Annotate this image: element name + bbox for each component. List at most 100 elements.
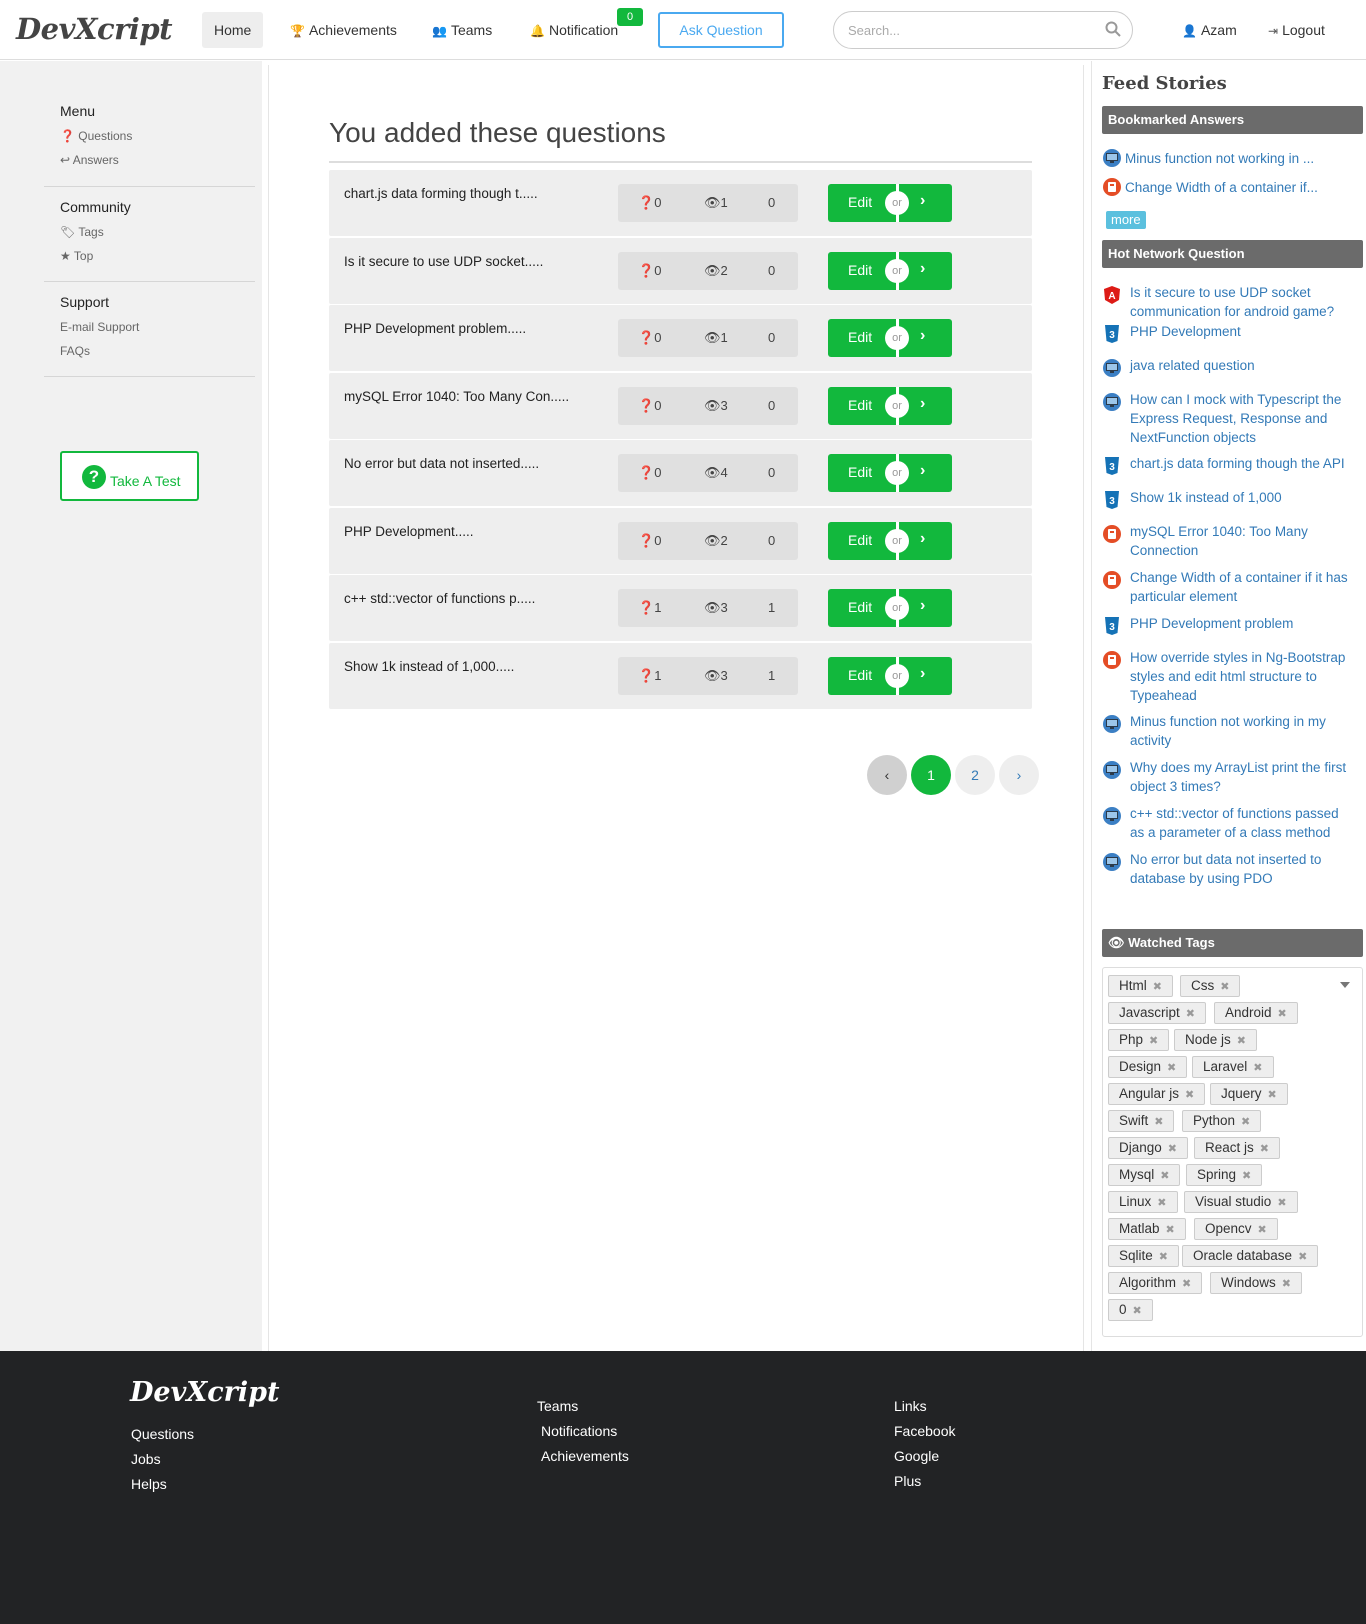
pagination-page-2[interactable]: 2 [955, 755, 995, 795]
hot-question-link[interactable]: How can I mock with Typescript the Expres… [1130, 390, 1360, 447]
caret-down-icon[interactable] [1340, 982, 1350, 988]
close-icon[interactable]: ✖ [1159, 1251, 1168, 1263]
close-icon[interactable]: ✖ [1182, 1278, 1191, 1290]
hot-question-link[interactable]: chart.js data forming though the API [1130, 454, 1360, 473]
take-test-button[interactable]: ? Take A Test [60, 451, 199, 501]
footer-link-helps[interactable]: Helps [131, 1476, 167, 1492]
footer-link-google[interactable]: Google [894, 1448, 939, 1464]
footer-logo[interactable]: DevXcript [130, 1377, 280, 1408]
sidebar-item-questions[interactable]: ❓ Questions [60, 129, 132, 143]
close-icon[interactable]: ✖ [1260, 1143, 1269, 1155]
sidebar-item-tags[interactable]: 🏷 Tags [60, 225, 104, 239]
pagination-page-1[interactable]: 1 [911, 755, 951, 795]
chevron-right-icon[interactable]: › [920, 192, 925, 210]
search-icon[interactable] [1104, 20, 1122, 38]
close-icon[interactable]: ✖ [1133, 1305, 1142, 1317]
chevron-right-icon[interactable]: › [920, 462, 925, 480]
close-icon[interactable]: ✖ [1220, 981, 1229, 993]
watched-tags-select[interactable]: Html ✖ Css ✖ Javascript ✖ Android ✖ Php ✖ Node js ✖… [1102, 967, 1363, 1337]
footer-link-notifications[interactable]: Notifications [541, 1423, 617, 1439]
close-icon[interactable]: ✖ [1166, 1224, 1175, 1236]
chevron-right-icon[interactable]: › [920, 327, 925, 345]
hot-question-link[interactable]: Why does my ArrayList print the first obj… [1130, 758, 1360, 796]
edit-button[interactable]: Edit [848, 532, 872, 548]
hot-question-link[interactable]: PHP Development [1130, 322, 1360, 341]
sidebar-item-faqs[interactable]: FAQs [60, 344, 90, 358]
site-logo[interactable]: DevXcript [16, 12, 173, 46]
close-icon[interactable]: ✖ [1241, 1116, 1250, 1128]
close-icon[interactable]: ✖ [1237, 1035, 1246, 1047]
close-icon[interactable]: ✖ [1268, 1089, 1277, 1101]
ask-question-button[interactable]: Ask Question [658, 12, 784, 48]
footer-link-jobs[interactable]: Jobs [131, 1451, 161, 1467]
close-icon[interactable]: ✖ [1157, 1197, 1166, 1209]
hot-question-link[interactable]: Minus function not working in my activity [1130, 712, 1360, 750]
close-icon[interactable]: ✖ [1298, 1251, 1307, 1263]
close-icon[interactable]: ✖ [1185, 1089, 1194, 1101]
close-icon[interactable]: ✖ [1278, 1008, 1287, 1020]
close-icon[interactable]: ✖ [1258, 1224, 1267, 1236]
close-icon[interactable]: ✖ [1253, 1062, 1262, 1074]
chevron-right-icon[interactable]: › [920, 665, 925, 683]
question-title[interactable]: c++ std::vector of functions p..... [344, 591, 535, 606]
question-title[interactable]: Show 1k instead of 1,000..... [344, 659, 514, 674]
sidebar-item-top[interactable]: ★ Top [60, 249, 93, 263]
chevron-right-icon[interactable]: › [920, 597, 925, 615]
more-button[interactable]: more [1106, 211, 1146, 229]
hot-question-link[interactable]: mySQL Error 1040: Too Many Connection [1130, 522, 1360, 560]
footer-link-achievements[interactable]: Achievements [541, 1448, 629, 1464]
edit-button[interactable]: Edit [848, 397, 872, 413]
question-title[interactable]: PHP Development problem..... [344, 321, 526, 336]
footer-link-questions[interactable]: Questions [131, 1426, 194, 1442]
hot-question-link[interactable]: java related question [1130, 356, 1360, 375]
chevron-right-icon[interactable]: › [920, 260, 925, 278]
sidebar-item-answers[interactable]: ↩ Answers [60, 153, 119, 167]
close-icon[interactable]: ✖ [1186, 1008, 1195, 1020]
question-title[interactable]: Is it secure to use UDP socket..... [344, 254, 543, 269]
close-icon[interactable]: ✖ [1277, 1197, 1286, 1209]
edit-button[interactable]: Edit [848, 194, 872, 210]
hot-question-link[interactable]: How override styles in Ng-Bootstrap style… [1130, 648, 1360, 705]
footer-link-facebook[interactable]: Facebook [894, 1423, 955, 1439]
question-title[interactable]: chart.js data forming though t..... [344, 186, 538, 201]
nav-teams[interactable]: 👥 Teams [420, 12, 504, 48]
nav-notification[interactable]: 🔔 Notification [518, 12, 630, 48]
chevron-right-icon[interactable]: › [920, 530, 925, 548]
edit-button[interactable]: Edit [848, 464, 872, 480]
question-title[interactable]: No error but data not inserted..... [344, 456, 539, 471]
edit-button[interactable]: Edit [848, 329, 872, 345]
hot-question-link[interactable]: Change Width of a container if it has par… [1130, 568, 1360, 606]
close-icon[interactable]: ✖ [1153, 981, 1162, 993]
pagination-next[interactable]: › [999, 755, 1039, 795]
edit-button[interactable]: Edit [848, 262, 872, 278]
footer-link-teams[interactable]: Teams [537, 1398, 578, 1414]
tag-chip: Swift ✖ [1108, 1110, 1175, 1132]
close-icon[interactable]: ✖ [1154, 1116, 1163, 1128]
edit-button[interactable]: Edit [848, 599, 872, 615]
nav-home[interactable]: Home [202, 12, 264, 48]
bookmarked-answer-link[interactable]: Minus function not working in ... [1125, 149, 1314, 168]
hot-question-link[interactable]: No error but data not inserted to databas… [1130, 850, 1360, 888]
hot-question-link[interactable]: c++ std::vector of functions passed as a … [1130, 804, 1360, 842]
edit-button[interactable]: Edit [848, 667, 872, 683]
question-title[interactable]: mySQL Error 1040: Too Many Con..... [344, 389, 569, 404]
pagination-prev[interactable]: ‹ [867, 755, 907, 795]
nav-achievements[interactable]: 🏆 Achievements [278, 12, 409, 48]
footer-link-plus[interactable]: Plus [894, 1473, 921, 1489]
close-icon[interactable]: ✖ [1282, 1278, 1291, 1290]
chevron-right-icon[interactable]: › [920, 395, 925, 413]
question-title[interactable]: PHP Development..... [344, 524, 474, 539]
close-icon[interactable]: ✖ [1242, 1170, 1251, 1182]
hot-question-link[interactable]: Show 1k instead of 1,000 [1130, 488, 1360, 507]
close-icon[interactable]: ✖ [1149, 1035, 1158, 1047]
logout-link[interactable]: ⇥ Logout [1256, 12, 1337, 48]
user-menu[interactable]: 👤 Azam [1170, 12, 1249, 48]
close-icon[interactable]: ✖ [1160, 1170, 1169, 1182]
hot-question-link[interactable]: PHP Development problem [1130, 614, 1360, 633]
bookmarked-answer-link[interactable]: Change Width of a container if... [1125, 178, 1318, 197]
close-icon[interactable]: ✖ [1168, 1143, 1177, 1155]
sidebar-item-email-support[interactable]: E-mail Support [60, 320, 139, 334]
hot-question-link[interactable]: Is it secure to use UDP socket communicat… [1130, 283, 1360, 321]
close-icon[interactable]: ✖ [1167, 1062, 1176, 1074]
search-input[interactable] [848, 20, 1088, 40]
